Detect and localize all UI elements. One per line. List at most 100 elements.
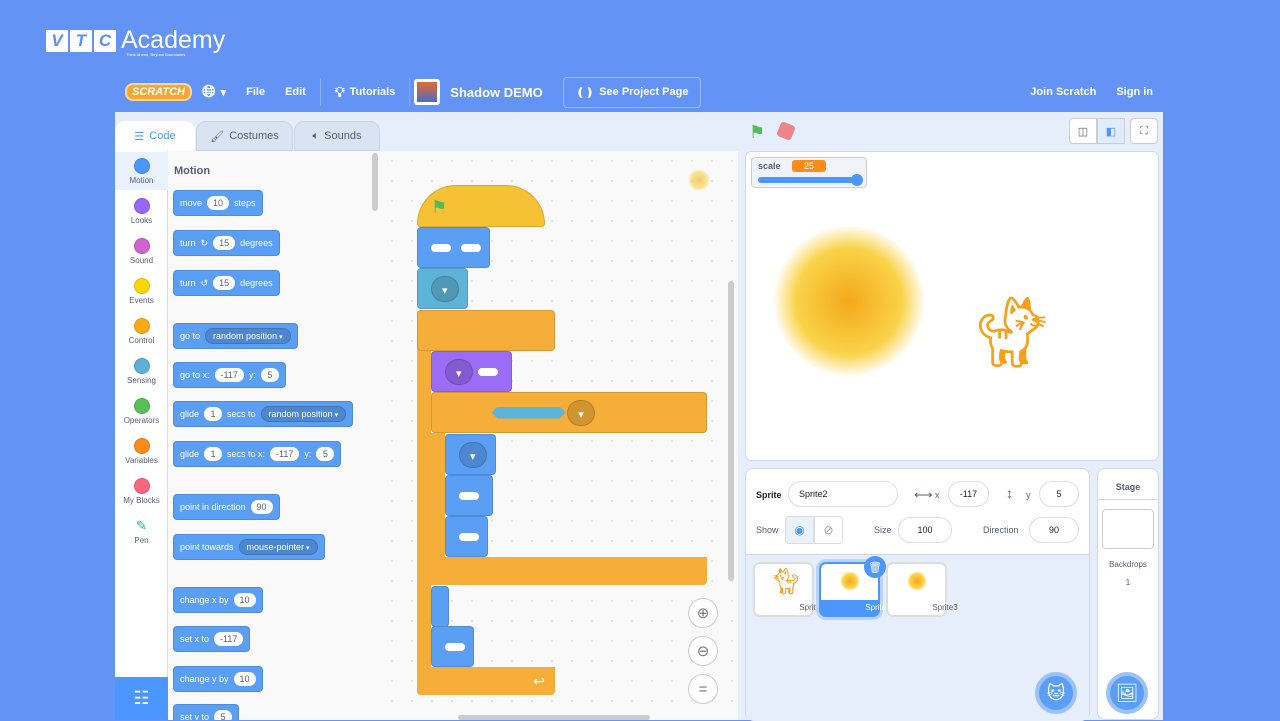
script-block[interactable] bbox=[431, 351, 512, 392]
slider-knob[interactable] bbox=[850, 174, 863, 186]
sign-in-link[interactable]: Sign in bbox=[1116, 86, 1153, 98]
block-input[interactable] bbox=[445, 642, 465, 651]
category-sensing[interactable]: Sensing bbox=[115, 358, 168, 385]
zoom-reset-button[interactable]: = bbox=[688, 674, 718, 704]
block-input[interactable]: 10 bbox=[233, 593, 256, 607]
category-variables[interactable]: Variables bbox=[115, 438, 168, 465]
block-input[interactable]: 1 bbox=[204, 407, 223, 421]
script-block[interactable] bbox=[445, 516, 488, 557]
add-extension-button[interactable]: ☷ bbox=[115, 677, 168, 720]
block-input[interactable]: -117 bbox=[214, 632, 244, 646]
show-hidden-button[interactable]: ⊘ bbox=[814, 516, 843, 544]
palette-block[interactable]: turn ↻ 15 degrees bbox=[173, 230, 280, 256]
category-control[interactable]: Control bbox=[115, 318, 168, 345]
tab-code[interactable]: ☰ Code bbox=[115, 121, 195, 151]
tutorials-button[interactable]: 💡︎ Tutorials bbox=[335, 84, 395, 101]
category-my-blocks[interactable]: My Blocks bbox=[115, 478, 168, 505]
block-input[interactable]: 5 bbox=[214, 710, 233, 720]
palette-block[interactable]: set y to 5 bbox=[173, 704, 240, 720]
delete-sprite-button[interactable]: 🗑︎ bbox=[864, 556, 886, 578]
script-block[interactable] bbox=[445, 475, 493, 516]
palette-block[interactable]: move 10 steps bbox=[173, 190, 263, 216]
stage-thumbnail[interactable] bbox=[1102, 509, 1154, 549]
palette-block[interactable]: glide 1 secs to random position bbox=[173, 401, 354, 427]
palette-block[interactable]: go to random position bbox=[173, 323, 298, 349]
script-block[interactable] bbox=[431, 626, 474, 667]
category-motion[interactable]: Motion bbox=[115, 152, 168, 190]
direction-input[interactable]: 90 bbox=[1029, 517, 1079, 543]
sprite-name-input[interactable]: Sprite2 bbox=[788, 481, 898, 507]
block-input[interactable]: 90 bbox=[250, 500, 273, 514]
block-input[interactable] bbox=[477, 367, 498, 376]
block-input[interactable]: -117 bbox=[214, 368, 244, 382]
palette-block[interactable]: turn ↺ 15 degrees bbox=[173, 270, 280, 296]
sprite-tile-sprite3[interactable]: Sprite3 bbox=[886, 562, 958, 617]
green-flag-button[interactable]: ⚑ bbox=[749, 122, 765, 143]
tab-costumes[interactable]: 🖌︎ Costumes bbox=[196, 121, 293, 151]
script-block[interactable] bbox=[445, 434, 496, 475]
script-block[interactable] bbox=[431, 392, 707, 433]
edit-menu[interactable]: Edit bbox=[285, 86, 306, 98]
category-pen[interactable]: ✎ Pen bbox=[115, 518, 168, 545]
see-project-page-button[interactable]: ❪❫ See Project Page bbox=[562, 76, 702, 108]
palette-block[interactable]: go to x: -117 y: 5 bbox=[173, 362, 286, 388]
monitor-slider[interactable] bbox=[758, 177, 862, 183]
fullscreen-button[interactable]: ⛶ bbox=[1130, 118, 1158, 144]
sun-sprite[interactable] bbox=[774, 226, 924, 376]
block-input[interactable] bbox=[431, 243, 451, 252]
file-menu[interactable]: File bbox=[246, 86, 265, 98]
palette-block[interactable]: set x to -117 bbox=[173, 626, 251, 652]
block-input[interactable]: 10 bbox=[207, 196, 230, 210]
block-input[interactable]: -117 bbox=[270, 447, 300, 461]
large-stage-button[interactable]: ◧ bbox=[1097, 118, 1125, 144]
choose-backdrop-button[interactable]: 🖼︎ bbox=[1106, 672, 1148, 714]
category-operators[interactable]: Operators bbox=[115, 398, 168, 425]
block-input[interactable]: 5 bbox=[316, 447, 335, 461]
palette-block[interactable]: point in direction 90 bbox=[173, 494, 280, 520]
category-looks[interactable]: Looks bbox=[115, 198, 168, 225]
palette-block[interactable]: glide 1 secs to x: -117 y: 5 bbox=[173, 441, 342, 467]
block-input[interactable]: 5 bbox=[260, 368, 279, 382]
script-block[interactable]: ⚑ bbox=[417, 185, 545, 227]
language-menu[interactable]: 🌐︎ ▾ bbox=[202, 82, 226, 102]
sprite-tile-sprite1[interactable]: 🐈︎ Sprite1 bbox=[753, 562, 825, 617]
script-block[interactable] bbox=[417, 227, 490, 268]
script-block[interactable] bbox=[431, 586, 449, 627]
palette-block[interactable]: change x by 10 bbox=[173, 587, 263, 613]
block-input[interactable] bbox=[461, 243, 481, 252]
scratch-logo[interactable]: SCRATCH bbox=[125, 83, 192, 101]
block-input[interactable] bbox=[459, 532, 479, 541]
palette-block[interactable]: change y by 10 bbox=[173, 666, 263, 692]
block-dropdown[interactable] bbox=[431, 275, 459, 302]
block-input[interactable]: 10 bbox=[233, 672, 256, 686]
palette-block[interactable]: point towards mouse-pointer bbox=[173, 534, 325, 560]
block-input[interactable]: 1 bbox=[204, 447, 223, 461]
horizontal-scrollbar[interactable] bbox=[458, 715, 650, 720]
small-stage-button[interactable]: ◫ bbox=[1069, 118, 1097, 144]
block-dropdown[interactable]: mouse-pointer bbox=[238, 539, 318, 555]
zoom-out-button[interactable]: ⊖ bbox=[688, 636, 718, 666]
size-input[interactable]: 100 bbox=[898, 517, 952, 543]
category-sound[interactable]: Sound bbox=[115, 238, 168, 265]
zoom-in-button[interactable]: ⊕ bbox=[688, 598, 718, 628]
x-input[interactable]: -117 bbox=[948, 481, 989, 507]
script-block[interactable] bbox=[417, 310, 555, 351]
block-dropdown[interactable] bbox=[445, 358, 473, 385]
palette-scrollbar[interactable] bbox=[372, 153, 378, 211]
cat-sprite[interactable]: 🐈︎ bbox=[968, 293, 1057, 371]
block-dropdown[interactable]: random position bbox=[260, 406, 347, 422]
tab-sounds[interactable]: 🔈︎ Sounds bbox=[294, 121, 380, 151]
choose-sprite-button[interactable]: 🐱︎ bbox=[1035, 672, 1077, 714]
category-events[interactable]: Events bbox=[115, 278, 168, 305]
script-block[interactable] bbox=[417, 268, 468, 309]
block-dropdown[interactable] bbox=[567, 399, 595, 426]
y-input[interactable]: 5 bbox=[1039, 481, 1079, 507]
stage-canvas[interactable]: scale 25 🐈︎ bbox=[745, 151, 1159, 461]
block-dropdown[interactable]: random position bbox=[205, 328, 291, 344]
vertical-scrollbar[interactable] bbox=[728, 281, 734, 581]
block-input[interactable]: 15 bbox=[213, 236, 236, 250]
block-input[interactable] bbox=[459, 491, 479, 500]
block-dropdown[interactable] bbox=[459, 441, 487, 468]
block-input[interactable]: 15 bbox=[213, 276, 236, 290]
join-scratch-link[interactable]: Join Scratch bbox=[1030, 86, 1096, 98]
